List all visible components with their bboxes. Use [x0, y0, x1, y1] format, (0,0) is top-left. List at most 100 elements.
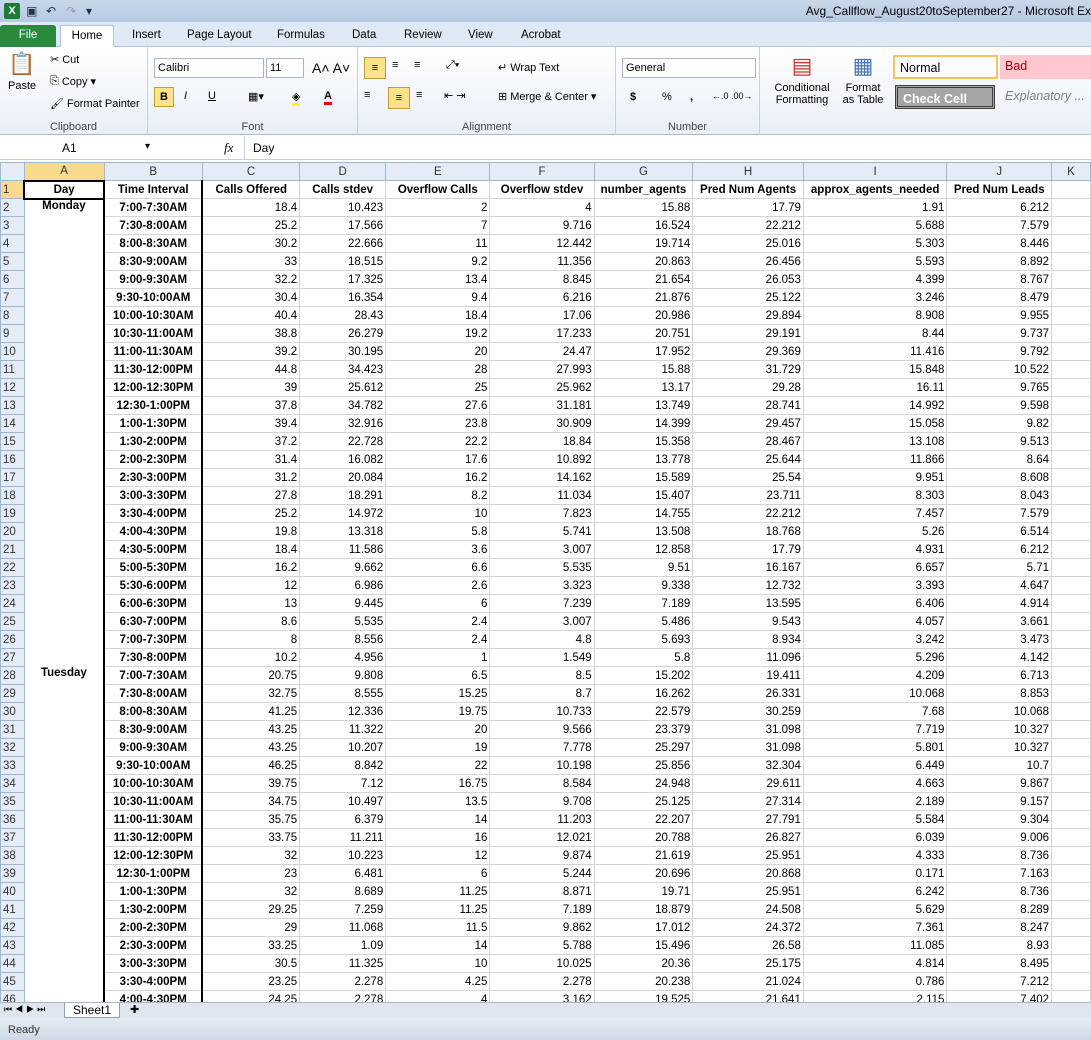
- day-cell[interactable]: [23, 450, 105, 469]
- value-cell[interactable]: 9.716: [489, 216, 595, 235]
- value-cell[interactable]: 9.543: [692, 612, 804, 631]
- value-cell[interactable]: 8.446: [946, 234, 1053, 253]
- column-title[interactable]: Time Interval: [102, 180, 204, 199]
- empty-cell[interactable]: [1051, 504, 1091, 523]
- value-cell[interactable]: 25.644: [692, 450, 804, 469]
- time-interval-cell[interactable]: 10:30-11:00AM: [102, 792, 204, 811]
- value-cell[interactable]: 22.212: [692, 216, 804, 235]
- value-cell[interactable]: 29.28: [692, 378, 804, 397]
- time-interval-cell[interactable]: 7:30-8:00PM: [102, 648, 204, 667]
- align-bottom-icon[interactable]: ≡: [414, 59, 420, 71]
- day-cell[interactable]: [23, 792, 105, 811]
- value-cell[interactable]: 19.71: [593, 882, 694, 901]
- value-cell[interactable]: 29.369: [692, 342, 804, 361]
- align-middle-icon[interactable]: ≡: [392, 59, 398, 71]
- day-cell[interactable]: [23, 612, 105, 631]
- value-cell[interactable]: 8.584: [489, 774, 595, 793]
- value-cell[interactable]: 24.25: [201, 990, 301, 1002]
- empty-cell[interactable]: [1051, 810, 1091, 829]
- value-cell[interactable]: 26.58: [692, 936, 804, 955]
- value-cell[interactable]: 7.239: [489, 594, 595, 613]
- value-cell[interactable]: 4.333: [802, 846, 948, 865]
- value-cell[interactable]: 25: [385, 378, 491, 397]
- empty-cell[interactable]: [1051, 918, 1091, 937]
- style-normal[interactable]: Normal: [893, 55, 998, 79]
- value-cell[interactable]: 8.289: [946, 900, 1053, 919]
- value-cell[interactable]: 11.322: [299, 720, 387, 739]
- value-cell[interactable]: 10.423: [299, 198, 387, 217]
- value-cell[interactable]: 20.696: [593, 864, 694, 883]
- day-cell[interactable]: [23, 342, 105, 361]
- value-cell[interactable]: 43.25: [201, 720, 301, 739]
- value-cell[interactable]: 8.5: [489, 666, 595, 685]
- value-cell[interactable]: 27.993: [489, 360, 595, 379]
- value-cell[interactable]: 3.323: [489, 576, 595, 595]
- value-cell[interactable]: 7.579: [946, 216, 1053, 235]
- value-cell[interactable]: 4.956: [299, 648, 387, 667]
- tab-page-layout[interactable]: Page Layout: [183, 25, 256, 47]
- value-cell[interactable]: 25.016: [692, 234, 804, 253]
- day-cell[interactable]: [23, 954, 105, 973]
- value-cell[interactable]: 26.279: [299, 324, 387, 343]
- value-cell[interactable]: 5.71: [946, 558, 1053, 577]
- value-cell[interactable]: 32.304: [692, 756, 804, 775]
- empty-cell[interactable]: [1051, 990, 1091, 1002]
- value-cell[interactable]: 8.842: [299, 756, 387, 775]
- value-cell[interactable]: 9.951: [802, 468, 948, 487]
- value-cell[interactable]: 23: [201, 864, 301, 883]
- value-cell[interactable]: 1: [385, 648, 491, 667]
- value-cell[interactable]: 8.495: [946, 954, 1053, 973]
- value-cell[interactable]: 5.688: [802, 216, 948, 235]
- value-cell[interactable]: 9.566: [489, 720, 595, 739]
- value-cell[interactable]: 16.167: [692, 558, 804, 577]
- day-cell[interactable]: [23, 810, 105, 829]
- bold-button[interactable]: B: [154, 87, 174, 107]
- value-cell[interactable]: 8.303: [802, 486, 948, 505]
- empty-cell[interactable]: [1051, 666, 1091, 685]
- value-cell[interactable]: 37.2: [201, 432, 301, 451]
- value-cell[interactable]: 15.202: [593, 666, 694, 685]
- value-cell[interactable]: 10.068: [802, 684, 948, 703]
- row-header[interactable]: 15: [0, 432, 25, 451]
- value-cell[interactable]: 12.858: [593, 540, 694, 559]
- value-cell[interactable]: 9.874: [489, 846, 595, 865]
- value-cell[interactable]: 10.025: [489, 954, 595, 973]
- value-cell[interactable]: 10: [385, 954, 491, 973]
- row-header[interactable]: 9: [0, 324, 25, 343]
- value-cell[interactable]: 13.508: [593, 522, 694, 541]
- value-cell[interactable]: 9.862: [489, 918, 595, 937]
- value-cell[interactable]: 7.163: [946, 864, 1053, 883]
- value-cell[interactable]: 17.79: [692, 198, 804, 217]
- value-cell[interactable]: 25.951: [692, 882, 804, 901]
- value-cell[interactable]: 8.736: [946, 846, 1053, 865]
- value-cell[interactable]: 13.17: [593, 378, 694, 397]
- value-cell[interactable]: 8.892: [946, 252, 1053, 271]
- value-cell[interactable]: 30.195: [299, 342, 387, 361]
- value-cell[interactable]: 25.951: [692, 846, 804, 865]
- value-cell[interactable]: 19.8: [201, 522, 301, 541]
- value-cell[interactable]: 8.6: [201, 612, 301, 631]
- value-cell[interactable]: 37.8: [201, 396, 301, 415]
- time-interval-cell[interactable]: 2:30-3:00PM: [102, 936, 204, 955]
- day-cell[interactable]: [23, 720, 105, 739]
- time-interval-cell[interactable]: 3:00-3:30PM: [102, 486, 204, 505]
- value-cell[interactable]: 22.579: [593, 702, 694, 721]
- empty-cell[interactable]: [1051, 234, 1091, 253]
- day-cell[interactable]: [23, 486, 105, 505]
- empty-cell[interactable]: [1051, 432, 1091, 451]
- column-title[interactable]: Day: [23, 179, 105, 200]
- currency-button[interactable]: $: [630, 91, 636, 103]
- value-cell[interactable]: 9.662: [299, 558, 387, 577]
- time-interval-cell[interactable]: 5:30-6:00PM: [102, 576, 204, 595]
- value-cell[interactable]: 6.449: [802, 756, 948, 775]
- number-format-select[interactable]: General: [622, 58, 756, 78]
- empty-cell[interactable]: [1051, 360, 1091, 379]
- value-cell[interactable]: 7.778: [489, 738, 595, 757]
- row-header[interactable]: 11: [0, 360, 25, 379]
- empty-cell[interactable]: [1051, 774, 1091, 793]
- value-cell[interactable]: 32: [201, 846, 301, 865]
- value-cell[interactable]: 10.068: [946, 702, 1053, 721]
- value-cell[interactable]: 8.2: [385, 486, 491, 505]
- empty-cell[interactable]: [1051, 396, 1091, 415]
- value-cell[interactable]: 7.212: [946, 972, 1053, 991]
